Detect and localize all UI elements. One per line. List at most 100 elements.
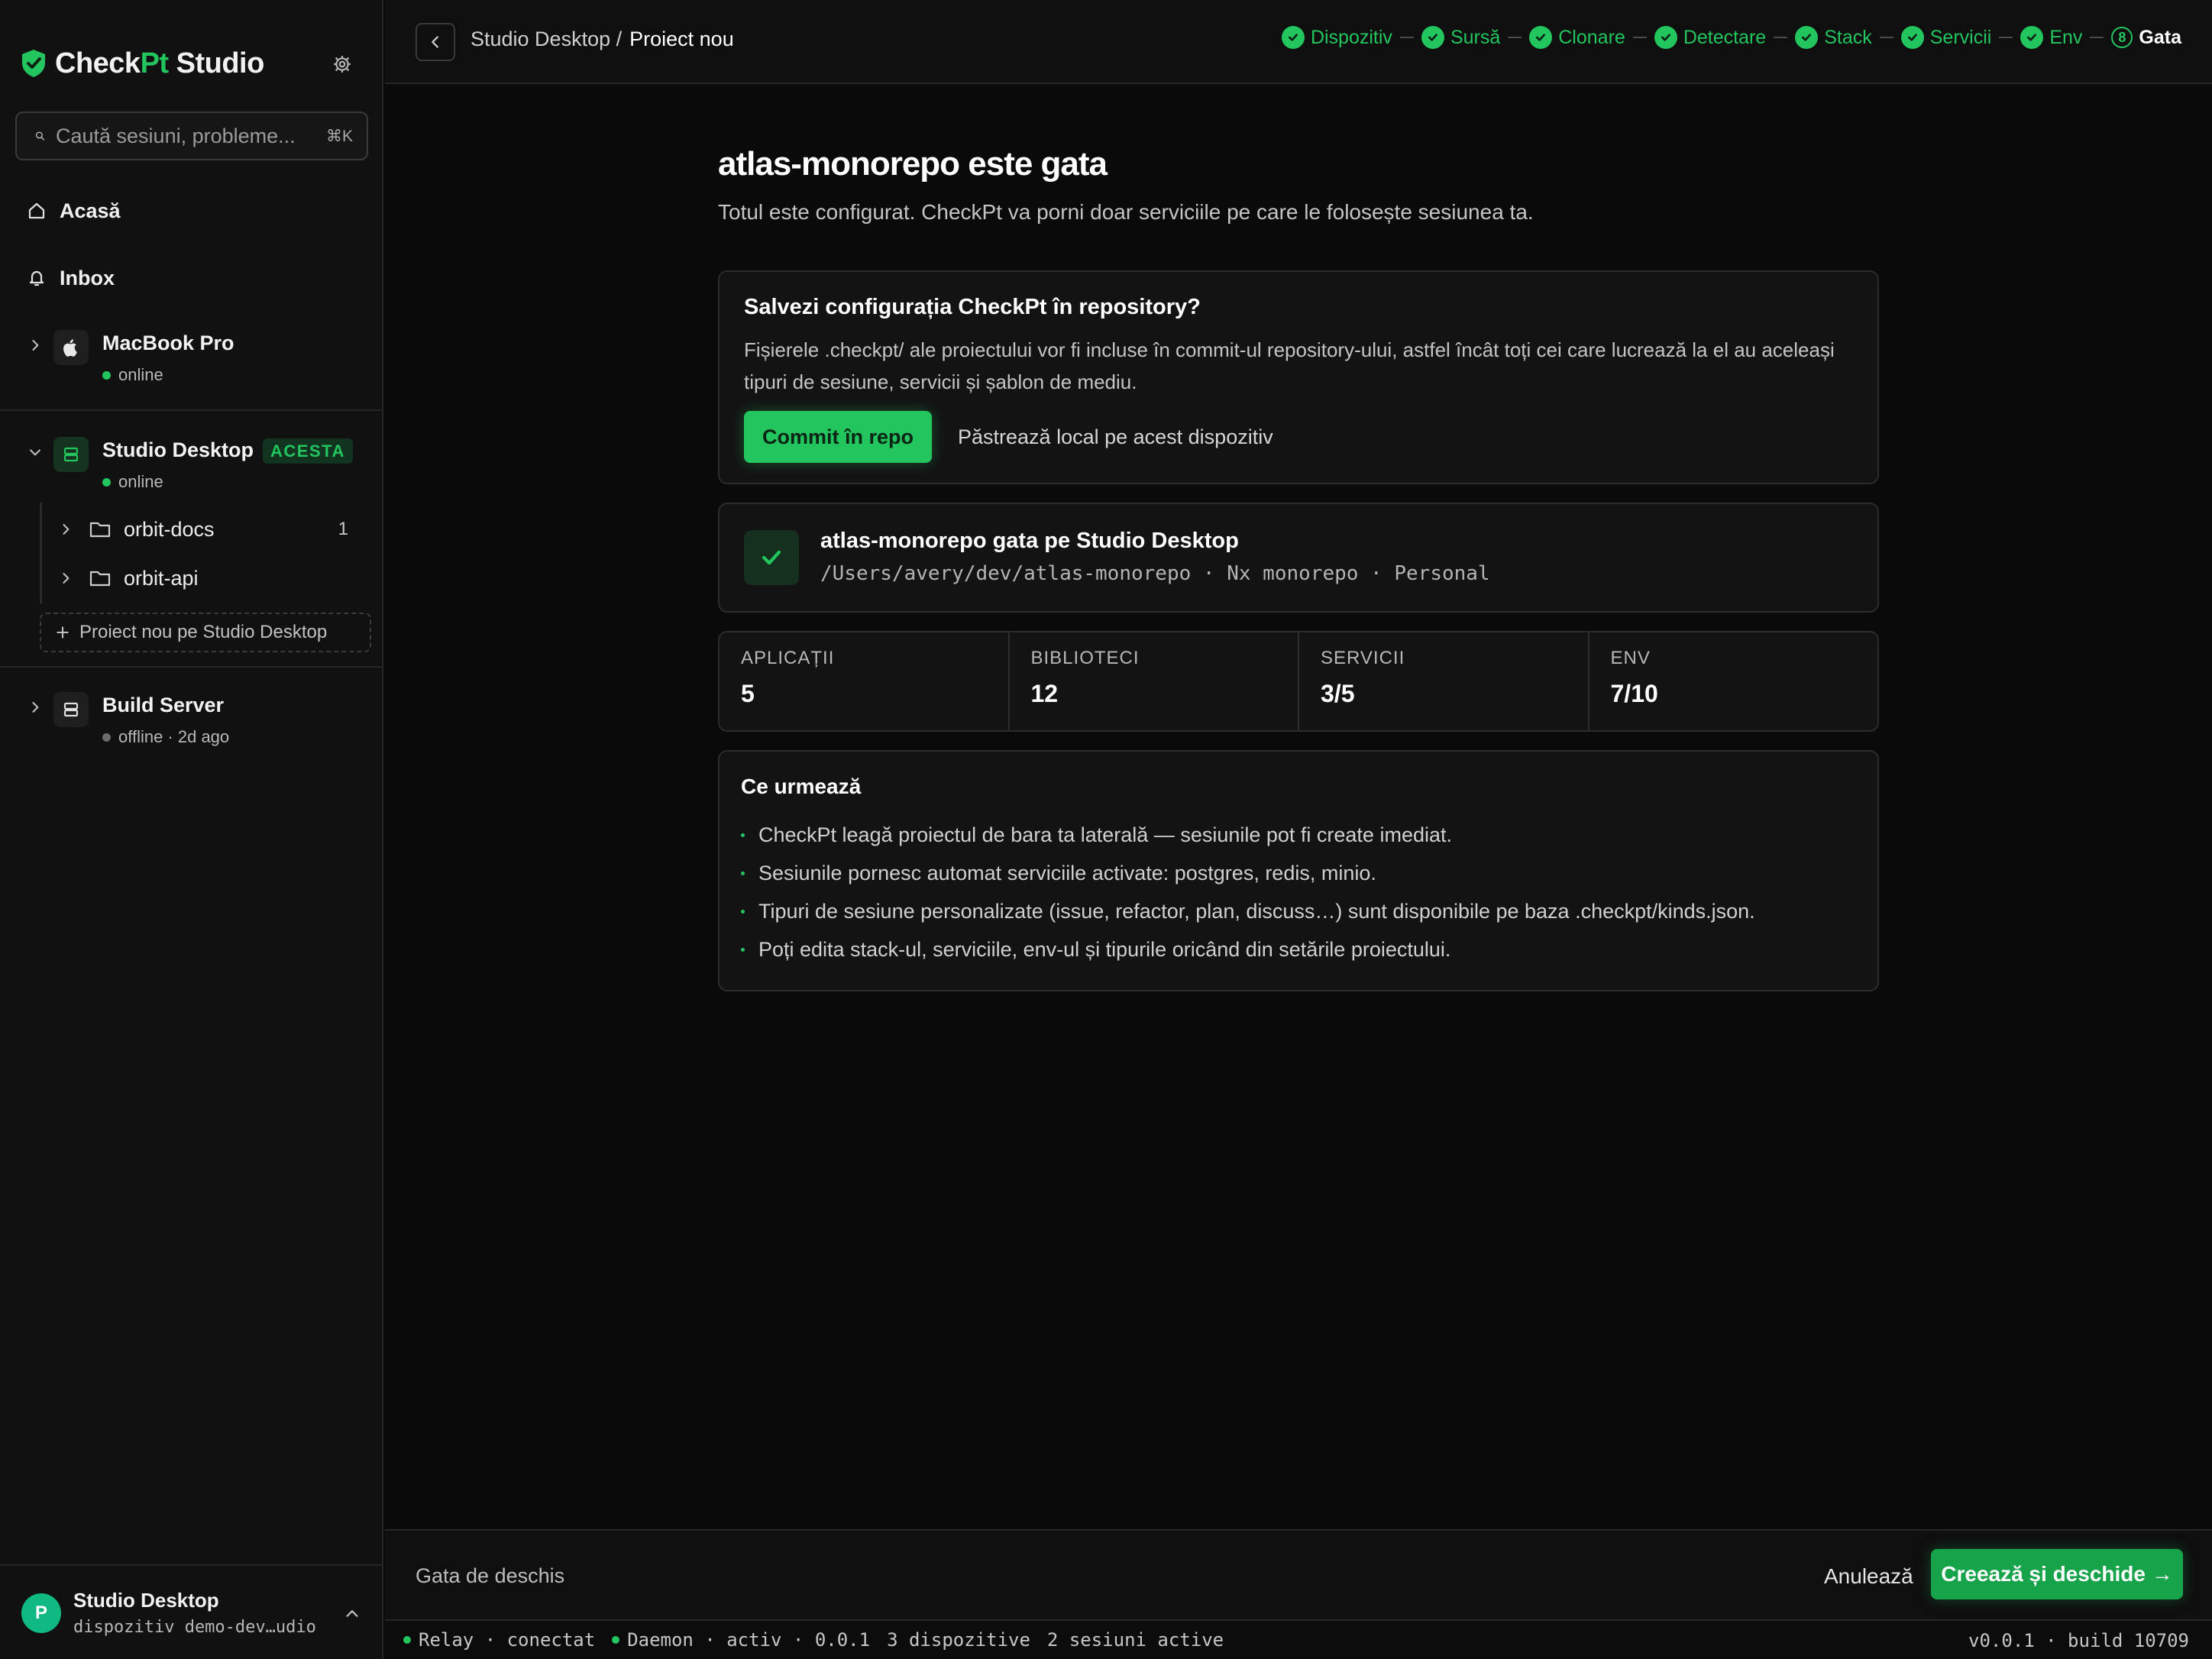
divider	[0, 409, 383, 411]
cancel-button[interactable]: Anulează	[1809, 1552, 1929, 1601]
step-env[interactable]: Env	[2020, 26, 2082, 49]
step-separator	[1508, 37, 1522, 38]
ready-path: /Users/avery/dev/atlas-monorepo · Nx mon…	[820, 562, 1490, 585]
breadcrumb-current: Proiect nou	[629, 27, 734, 50]
breadcrumb: Studio Desktop / Proiect nou	[471, 27, 734, 51]
page-header: atlas-monorepo este gata Totul este conf…	[718, 145, 1879, 225]
step-separator	[2090, 37, 2104, 38]
next-steps-title: Ce urmează	[741, 775, 862, 798]
brand-name: CheckPt Studio	[55, 47, 264, 79]
active-sessions: 2 sesiuni active	[1046, 1629, 1224, 1651]
plus-icon	[57, 626, 69, 639]
project-name: orbit-docs	[124, 517, 215, 541]
settings-button[interactable]	[330, 52, 354, 76]
device-status: online	[102, 365, 163, 385]
step-ready: 8 Gata	[2111, 27, 2181, 49]
device-macbook[interactable]: MacBook Pro online	[23, 330, 374, 385]
this-device-badge: ACESTA	[263, 438, 353, 464]
project-name: orbit-api	[124, 566, 199, 590]
action-bar: Gata de deschis Anulează Creează și desc…	[385, 1529, 2212, 1619]
project-item-orbit-docs[interactable]: orbit-docs 1	[53, 513, 359, 545]
stat-apps: APLICAȚII 5	[741, 648, 835, 707]
project-stats: APLICAȚII 5 BIBLIOTECI 12 SERVICII 3/5 ENV 7…	[718, 631, 1879, 732]
user-menu[interactable]: P Studio Desktop dispozitiv demo-dev…udi…	[0, 1564, 383, 1659]
chevron-right-icon[interactable]	[58, 571, 73, 586]
chevron-right-icon[interactable]	[58, 522, 73, 537]
apple-icon	[53, 330, 89, 365]
project-ready-card: atlas-monorepo gata pe Studio Desktop /U…	[718, 503, 1879, 613]
folder-icon	[89, 522, 111, 538]
device-studio-desktop[interactable]: Studio Desktop ACESTA online	[23, 437, 374, 491]
list-item: Sesiunile pornesc automat serviciile act…	[741, 854, 1856, 892]
relay-status: Relay · conectat	[403, 1629, 595, 1651]
breadcrumb-parent[interactable]: Studio Desktop /	[471, 27, 622, 50]
step-detect[interactable]: Detectare	[1654, 26, 1766, 49]
bell-icon	[29, 270, 44, 286]
ready-title: atlas-monorepo gata pe Studio Desktop	[820, 529, 1239, 553]
offline-indicator	[102, 732, 111, 742]
check-icon	[1654, 26, 1677, 49]
step-stack[interactable]: Stack	[1795, 26, 1872, 49]
list-item: Tipuri de sesiune personalizate (issue, …	[741, 892, 1856, 930]
step-services[interactable]: Servicii	[1900, 26, 1991, 49]
chevron-right-icon[interactable]	[27, 700, 43, 715]
save-config-description: Fișierele .checkpt/ ale proiectului vor …	[744, 338, 1835, 393]
list-item: Poți edita stack-ul, serviciile, env-ul …	[741, 930, 1856, 969]
create-and-open-button[interactable]: Creează și deschide →	[1931, 1549, 2183, 1599]
online-indicator	[102, 370, 111, 380]
user-device: dispozitiv demo-dev…udio	[73, 1618, 316, 1637]
avatar: P	[21, 1593, 61, 1633]
chevron-down-icon[interactable]	[27, 445, 43, 460]
chevron-up-icon[interactable]	[344, 1606, 361, 1622]
top-bar: Studio Desktop / Proiect nou Dispozitiv S…	[385, 0, 2212, 84]
keep-local-button[interactable]: Păstrează local pe acest dispozitiv	[958, 411, 1273, 463]
chevron-left-icon	[432, 36, 438, 48]
nav-home[interactable]: Acasă	[27, 196, 121, 226]
next-steps-list: CheckPt leagă proiectul de bara ta later…	[741, 816, 1856, 969]
wizard-steps: Dispozitiv Sursă Clonare Detectare Stack…	[1281, 26, 2181, 49]
step-separator	[1399, 37, 1414, 38]
home-icon	[28, 202, 45, 219]
save-config-card: Salvezi configurația CheckPt în reposito…	[718, 270, 1879, 484]
divider	[0, 666, 383, 668]
project-item-orbit-api[interactable]: orbit-api	[53, 562, 359, 594]
check-icon	[1281, 26, 1305, 49]
version-info: v0.0.1 · build 10709	[1968, 1630, 2189, 1651]
stat-services: SERVICII 3/5	[1298, 632, 1588, 730]
back-button[interactable]	[416, 23, 455, 61]
nav-home-label: Acasă	[60, 199, 121, 222]
device-name: MacBook Pro	[102, 331, 234, 354]
page-title: atlas-monorepo este gata	[718, 145, 1108, 183]
step-device[interactable]: Dispozitiv	[1281, 26, 1392, 49]
stat-env: ENV 7/10	[1587, 632, 1878, 730]
device-name: Studio Desktop ACESTA	[102, 438, 353, 464]
step-source[interactable]: Sursă	[1421, 26, 1500, 49]
device-name: Build Server	[102, 694, 225, 716]
check-icon	[2020, 26, 2044, 49]
search-box: ⌘K	[15, 112, 368, 160]
check-icon	[744, 530, 799, 585]
shield-check-icon	[22, 50, 45, 77]
status-bar: Relay · conectat Daemon · activ · 0.0.1 …	[385, 1619, 2212, 1659]
brand-logo[interactable]: CheckPt Studio	[20, 46, 264, 81]
session-count: 1	[338, 519, 348, 539]
chevron-right-icon[interactable]	[27, 338, 43, 353]
step-separator	[1632, 37, 1647, 38]
device-build-server[interactable]: Build Server offline · 2d ago	[23, 692, 374, 746]
server-icon	[53, 692, 89, 727]
check-icon	[1900, 26, 1924, 49]
step-clone[interactable]: Clonare	[1529, 26, 1625, 49]
search-icon	[35, 131, 45, 141]
device-count: 3 dispozitive	[887, 1629, 1030, 1651]
next-steps-card: Ce urmează CheckPt leagă proiectul de ba…	[718, 750, 1879, 991]
step-separator	[1999, 37, 2013, 38]
new-project-button[interactable]: Proiect nou pe Studio Desktop	[40, 613, 371, 652]
search-input[interactable]	[55, 124, 326, 148]
new-project-label: Proiect nou pe Studio Desktop	[79, 622, 328, 642]
server-icon	[53, 437, 89, 472]
nav-inbox[interactable]: Inbox	[27, 263, 115, 293]
stat-libraries: BIBLIOTECI 12	[1007, 632, 1298, 730]
commit-to-repo-button[interactable]: Commit în repo	[744, 411, 933, 463]
folder-icon	[89, 571, 111, 587]
check-icon	[1795, 26, 1819, 49]
